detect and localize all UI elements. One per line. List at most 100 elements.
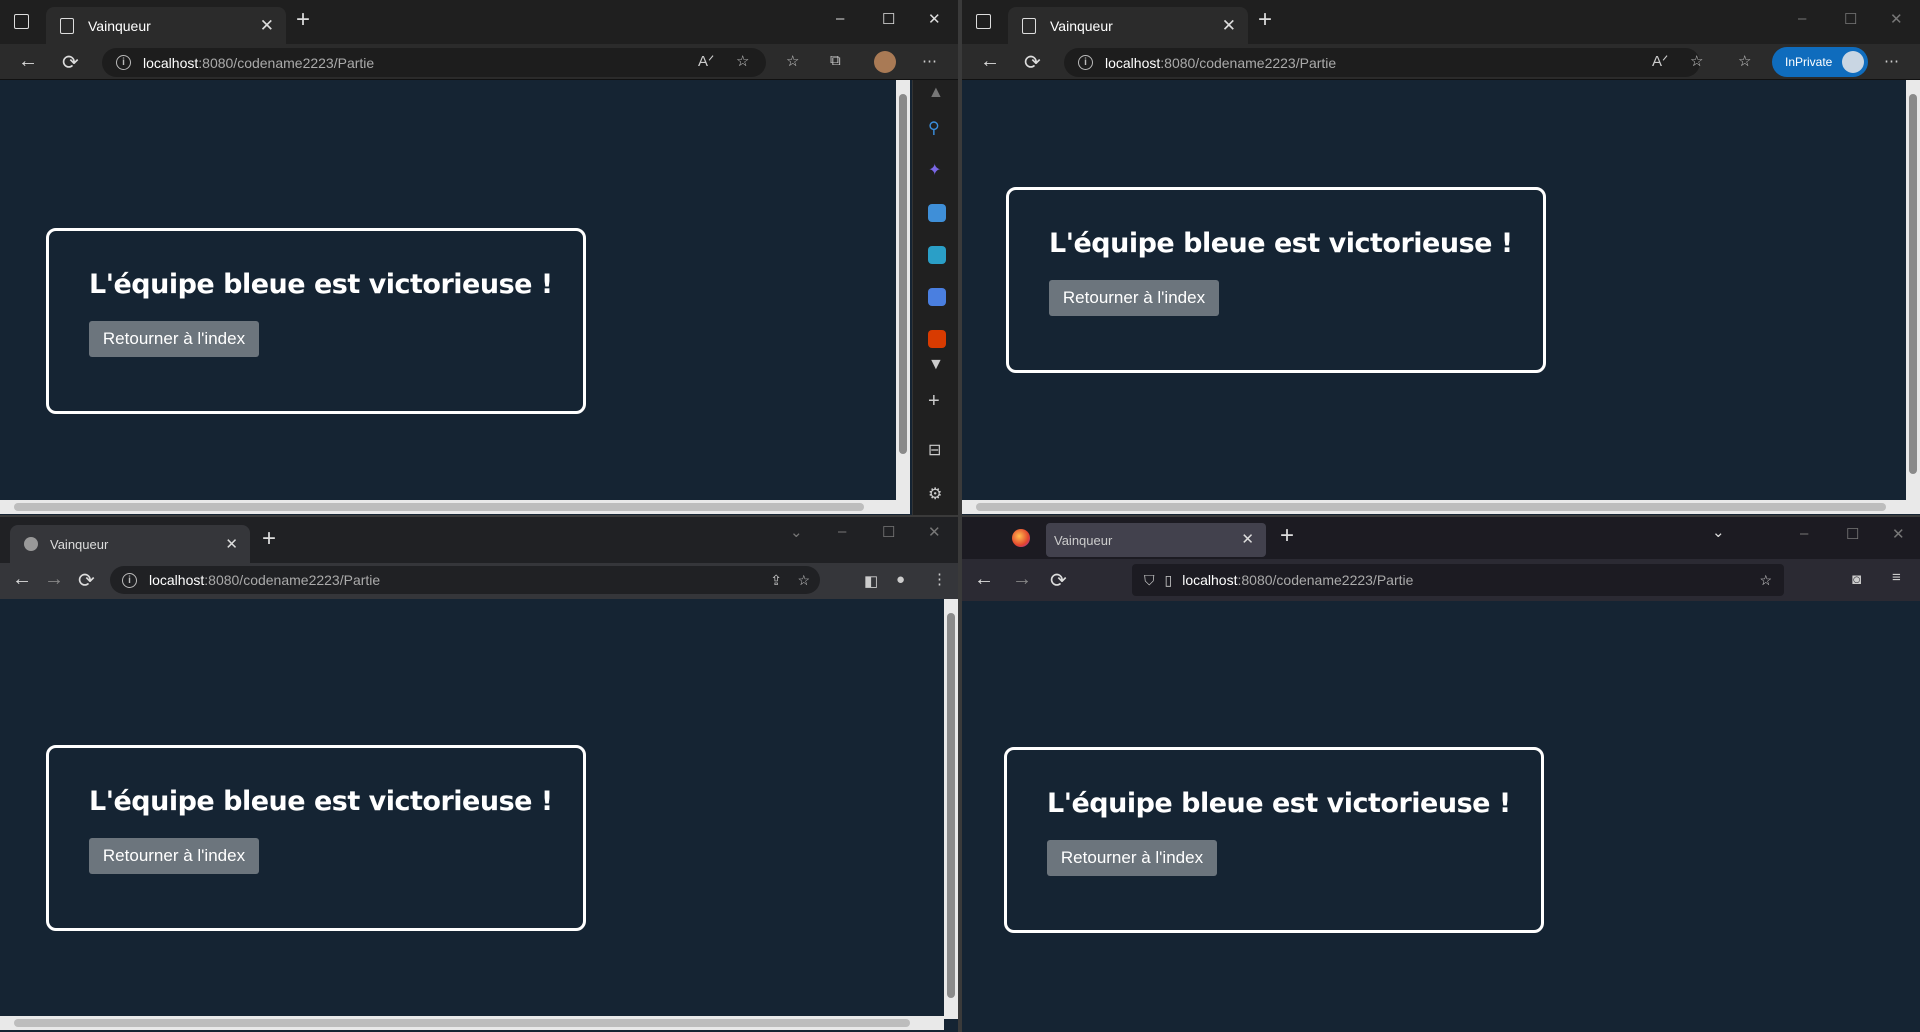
tab-close-icon[interactable]: ✕ — [260, 16, 274, 36]
back-button[interactable]: ← — [974, 568, 994, 591]
new-tab-button[interactable]: + — [296, 6, 310, 34]
info-icon[interactable]: i — [1078, 55, 1093, 70]
read-aloud-icon[interactable]: Aᐟ — [698, 52, 714, 70]
firefox-logo-icon — [1012, 529, 1030, 547]
back-button[interactable]: ← — [980, 50, 1000, 73]
forward-button[interactable]: → — [44, 568, 64, 591]
shield-icon[interactable]: ⛉ — [1144, 572, 1155, 589]
maximize-button[interactable]: ☐ — [1844, 10, 1857, 28]
settings-menu-icon[interactable]: ⋯ — [1884, 52, 1899, 70]
sidebar-up-icon[interactable]: ▲ — [928, 84, 944, 102]
maximize-button[interactable]: ☐ — [1846, 525, 1859, 543]
scroll-thumb[interactable] — [1909, 94, 1917, 474]
office-icon[interactable] — [928, 330, 946, 348]
favorites-icon[interactable]: ☆ — [1738, 52, 1751, 70]
info-icon[interactable]: i — [116, 55, 131, 70]
copilot-icon[interactable]: ✦ — [928, 160, 941, 180]
back-button[interactable]: ← — [12, 568, 32, 591]
return-index-button[interactable]: Retourner à l'index — [1047, 840, 1217, 876]
horizontal-scrollbar[interactable] — [0, 500, 910, 514]
vertical-scrollbar[interactable] — [1906, 80, 1920, 500]
reload-button[interactable]: ⟳ — [1024, 50, 1041, 75]
new-tab-button[interactable]: + — [262, 525, 276, 553]
victory-card: L'équipe bleue est victorieuse ! Retourn… — [46, 228, 586, 414]
forward-button[interactable]: → — [1012, 568, 1032, 591]
horizontal-scrollbar[interactable] — [962, 500, 1920, 514]
search-icon[interactable]: ⚲ — [928, 118, 940, 138]
close-window-button[interactable]: ✕ — [1890, 10, 1903, 28]
share-icon[interactable]: ⇪ — [770, 572, 782, 589]
split-screen-icon[interactable]: ⊟ — [928, 440, 941, 460]
settings-menu-icon[interactable]: ⋯ — [922, 52, 937, 70]
back-button[interactable]: ← — [18, 50, 38, 73]
collections-icon[interactable]: ⧉ — [830, 52, 841, 69]
new-tab-button[interactable]: + — [1258, 6, 1272, 34]
chrome-menu-icon[interactable]: ⋮ — [932, 570, 947, 588]
tab-search-icon[interactable]: ⌄ — [790, 523, 803, 541]
maximize-button[interactable]: ☐ — [882, 10, 895, 28]
sidebar-down-icon[interactable]: ▼ — [928, 356, 944, 374]
info-icon[interactable]: i — [122, 572, 137, 588]
return-index-button[interactable]: Retourner à l'index — [89, 321, 259, 357]
tab-vainqueur[interactable]: Vainqueur ✕ — [46, 7, 286, 44]
tab-actions-icon[interactable] — [976, 14, 991, 29]
victory-heading: L'équipe bleue est victorieuse ! — [1049, 228, 1513, 259]
list-tabs-icon[interactable]: ⌄ — [1712, 523, 1725, 541]
vertical-scrollbar[interactable] — [944, 599, 958, 1019]
maximize-button[interactable]: ☐ — [882, 523, 895, 541]
gear-icon[interactable]: ⚙ — [928, 484, 942, 504]
scroll-thumb[interactable] — [14, 1019, 910, 1027]
bookmark-star-icon[interactable]: ☆ — [1759, 572, 1772, 589]
return-index-button[interactable]: Retourner à l'index — [1049, 280, 1219, 316]
shopping-icon[interactable] — [928, 204, 946, 222]
address-bar[interactable]: i localhost:8080/codename2223/Partie — [1064, 48, 1700, 77]
tab-actions-icon[interactable] — [14, 14, 29, 29]
scroll-thumb[interactable] — [14, 503, 864, 511]
hamburger-menu-icon[interactable]: ≡ — [1892, 569, 1901, 586]
tab-close-icon[interactable]: ✕ — [1241, 530, 1254, 548]
horizontal-scrollbar[interactable] — [0, 1016, 944, 1030]
close-window-button[interactable]: ✕ — [1892, 525, 1905, 543]
close-window-button[interactable]: ✕ — [928, 523, 941, 541]
tools-icon[interactable] — [928, 246, 946, 264]
scroll-thumb[interactable] — [976, 503, 1886, 511]
address-bar[interactable]: i localhost:8080/codename2223/Partie — [102, 48, 766, 77]
tab-vainqueur[interactable]: Vainqueur ✕ — [10, 525, 250, 563]
profile-avatar[interactable] — [874, 51, 896, 73]
reload-button[interactable]: ⟳ — [1050, 568, 1067, 593]
victory-card: L'équipe bleue est victorieuse ! Retourn… — [1004, 747, 1544, 933]
favorites-icon[interactable]: ☆ — [786, 52, 799, 70]
side-panel-icon[interactable]: ◧ — [864, 572, 878, 590]
reload-button[interactable]: ⟳ — [78, 568, 95, 593]
tab-vainqueur[interactable]: Vainqueur ✕ — [1046, 523, 1266, 557]
close-window-button[interactable]: ✕ — [928, 10, 941, 28]
tab-vainqueur[interactable]: Vainqueur ✕ — [1008, 7, 1248, 44]
add-favorite-icon[interactable]: ☆ — [1690, 52, 1703, 70]
victory-heading: L'équipe bleue est victorieuse ! — [89, 269, 553, 300]
games-icon[interactable] — [928, 288, 946, 306]
chrome-window: Vainqueur ✕ + ⌄ – ☐ ✕ ← → ⟳ i localhost:… — [0, 517, 958, 1032]
return-index-button[interactable]: Retourner à l'index — [89, 838, 259, 874]
tab-strip: Vainqueur ✕ + ⌄ – ☐ ✕ — [962, 517, 1920, 559]
minimize-button[interactable]: – — [838, 523, 846, 540]
scroll-thumb[interactable] — [947, 613, 955, 998]
reload-button[interactable]: ⟳ — [62, 50, 79, 75]
tab-close-icon[interactable]: ✕ — [1222, 16, 1236, 36]
pocket-icon[interactable]: ◙ — [1852, 571, 1861, 588]
minimize-button[interactable]: – — [836, 10, 844, 27]
address-bar[interactable]: i localhost:8080/codename2223/Partie ⇪ ☆ — [110, 566, 820, 594]
bookmark-star-icon[interactable]: ☆ — [797, 572, 810, 589]
scroll-thumb[interactable] — [899, 94, 907, 454]
profile-icon[interactable]: ● — [896, 571, 905, 588]
minimize-button[interactable]: – — [1798, 10, 1806, 27]
inprivate-badge[interactable]: InPrivate — [1772, 47, 1868, 77]
address-bar[interactable]: ⛉ ▯ localhost:8080/codename2223/Partie ☆ — [1132, 564, 1784, 596]
vertical-scrollbar[interactable] — [896, 80, 910, 500]
add-sidebar-icon[interactable]: + — [928, 390, 940, 413]
minimize-button[interactable]: – — [1800, 525, 1808, 542]
read-aloud-icon[interactable]: Aᐟ — [1652, 52, 1668, 70]
url-text: localhost:8080/codename2223/Partie — [149, 572, 381, 588]
tab-close-icon[interactable]: ✕ — [225, 535, 238, 553]
add-favorite-icon[interactable]: ☆ — [736, 52, 749, 70]
new-tab-button[interactable]: + — [1280, 522, 1294, 550]
